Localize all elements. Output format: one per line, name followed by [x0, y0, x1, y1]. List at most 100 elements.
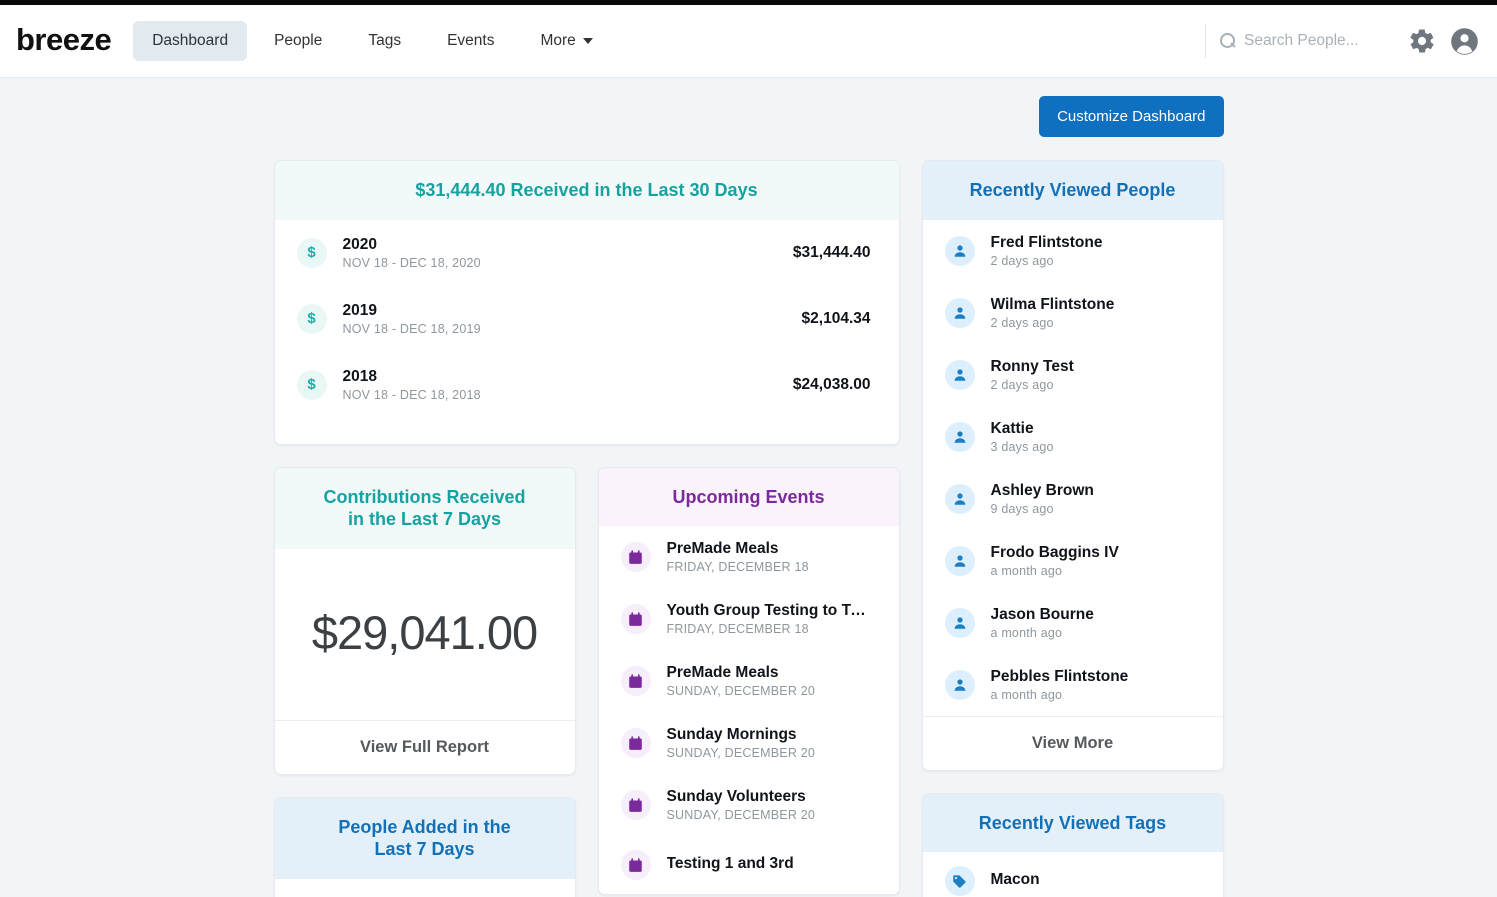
dollar-icon: $: [296, 303, 327, 334]
contributions-30-days-title: $31,444.40 Received in the Last 30 Days: [274, 161, 899, 220]
list-item[interactable]: Frodo Baggins IV a month ago: [923, 530, 1223, 592]
list-item[interactable]: Fred Flintstone 2 days ago: [923, 220, 1223, 282]
person-timestamp: a month ago: [990, 625, 1063, 640]
app-header: breeze Dashboard People Tags Events More: [0, 5, 1497, 78]
list-item[interactable]: Ashley Brown 9 days ago: [923, 468, 1223, 530]
row-text: Sunday Volunteers SUNDAY, DECEMBER 20: [667, 788, 871, 822]
table-row[interactable]: $ 2020 NOV 18 - DEC 18, 2020 $31,444.40: [275, 220, 899, 286]
person-name: Frodo Baggins IV: [990, 543, 1119, 561]
gear-icon[interactable]: [1408, 27, 1436, 55]
row-text: Frodo Baggins IV a month ago: [991, 544, 1195, 578]
header-actions: [1205, 5, 1479, 77]
calendar-icon: [620, 604, 651, 634]
contribution-year: 2020: [342, 235, 377, 253]
list-item[interactable]: Wilma Flintstone 2 days ago: [923, 282, 1223, 344]
calendar-icon: [620, 542, 651, 572]
list-item[interactable]: PreMade Meals FRIDAY, DECEMBER 18: [599, 526, 899, 588]
person-timestamp: 2 days ago: [990, 315, 1054, 330]
person-timestamp: 3 days ago: [990, 439, 1054, 454]
person-name: Fred Flintstone: [990, 233, 1103, 251]
row-text: 2019 NOV 18 - DEC 18, 2019: [343, 302, 786, 336]
recently-viewed-tags-title: Recently Viewed Tags: [922, 793, 1223, 852]
list-item[interactable]: Sunday Mornings SUNDAY, DECEMBER 20: [599, 712, 899, 774]
tag-name: Macon: [990, 871, 1040, 888]
contribution-amount: $24,038.00: [792, 375, 871, 393]
contributions-30-days-list: $ 2020 NOV 18 - DEC 18, 2020 $31,444.40 …: [274, 219, 899, 444]
user-avatar-icon[interactable]: [1450, 27, 1479, 56]
nav-item-people[interactable]: People: [255, 21, 341, 61]
list-item[interactable]: Sunday Volunteers SUNDAY, DECEMBER 20: [599, 774, 899, 836]
card-bottom-spacer: [275, 418, 899, 444]
recently-viewed-people-title: Recently Viewed People: [922, 161, 1223, 220]
left-lower-row: Contributions Received in the Last 7 Day…: [273, 466, 900, 897]
list-item[interactable]: Jason Bourne a month ago: [923, 592, 1223, 654]
dashboard-left-column: $31,444.40 Received in the Last 30 Days …: [273, 160, 900, 897]
contribution-range: NOV 18 - DEC 18, 2018: [342, 387, 481, 402]
event-name: Sunday Volunteers: [666, 788, 806, 805]
row-text: Kattie 3 days ago: [991, 420, 1195, 454]
row-text: PreMade Meals SUNDAY, DECEMBER 20: [667, 664, 871, 698]
event-date: SUNDAY, DECEMBER 20: [666, 684, 816, 698]
event-name: PreMade Meals: [666, 664, 779, 681]
upcoming-events-card: Upcoming Events PreMade Meals FRIDAY, DE…: [597, 466, 900, 895]
upcoming-events-list: PreMade Meals FRIDAY, DECEMBER 18 Youth …: [598, 526, 899, 894]
nav-item-dashboard[interactable]: Dashboard: [133, 21, 248, 61]
list-item[interactable]: Macon: [923, 852, 1223, 897]
breeze-logo[interactable]: breeze: [16, 24, 112, 58]
person-icon: [944, 359, 975, 390]
people-added-body: [274, 878, 575, 897]
list-item[interactable]: Pebbles Flintstone a month ago: [923, 654, 1223, 716]
list-item[interactable]: PreMade Meals SUNDAY, DECEMBER 20: [599, 650, 899, 712]
row-text: Jason Bourne a month ago: [991, 606, 1195, 640]
nav-label-tags: Tags: [368, 32, 402, 49]
nav-item-events[interactable]: Events: [428, 21, 513, 61]
row-text: Pebbles Flintstone a month ago: [991, 668, 1195, 702]
contribution-range: NOV 18 - DEC 18, 2019: [342, 321, 481, 336]
event-date: FRIDAY, DECEMBER 18: [666, 622, 809, 636]
contribution-range: NOV 18 - DEC 18, 2020: [342, 255, 481, 270]
person-icon: [944, 421, 975, 452]
contributions-7-days-title: Contributions Received in the Last 7 Day…: [274, 467, 575, 549]
view-more-link[interactable]: View More: [922, 715, 1223, 770]
list-item[interactable]: Youth Group Testing to Try... FRIDAY, DE…: [599, 588, 899, 650]
event-date: SUNDAY, DECEMBER 20: [666, 746, 816, 760]
table-row[interactable]: $ 2018 NOV 18 - DEC 18, 2018 $24,038.00: [275, 352, 899, 418]
calendar-icon: [620, 666, 651, 696]
search-input[interactable]: [1244, 32, 1394, 50]
row-text: Ronny Test 2 days ago: [991, 358, 1195, 392]
calendar-icon: [620, 728, 651, 758]
person-timestamp: a month ago: [990, 563, 1063, 578]
list-item[interactable]: Ronny Test 2 days ago: [923, 344, 1223, 406]
person-icon: [944, 545, 975, 576]
event-name: PreMade Meals: [666, 540, 779, 557]
person-name: Wilma Flintstone: [990, 295, 1115, 313]
calendar-icon: [620, 850, 651, 880]
people-added-title: People Added in the Last 7 Days: [274, 797, 575, 879]
row-text: Testing 1 and 3rd: [667, 855, 871, 875]
person-icon: [944, 607, 975, 638]
contributions-30-days-card: $31,444.40 Received in the Last 30 Days …: [273, 160, 900, 445]
row-text: PreMade Meals FRIDAY, DECEMBER 18: [667, 540, 871, 574]
dashboard-columns: $31,444.40 Received in the Last 30 Days …: [273, 160, 1224, 897]
nav-item-tags[interactable]: Tags: [349, 21, 420, 61]
nav-item-more[interactable]: More: [521, 21, 611, 61]
table-row[interactable]: $ 2019 NOV 18 - DEC 18, 2019 $2,104.34: [275, 286, 899, 352]
event-date: FRIDAY, DECEMBER 18: [666, 560, 809, 574]
search-box[interactable]: [1205, 24, 1394, 58]
people-added-title-line2: Last 7 Days: [374, 839, 475, 859]
people-added-title-line1: People Added in the: [338, 816, 511, 837]
view-full-report-link[interactable]: View Full Report: [274, 719, 575, 774]
contributions-7-days-title-line2: in the Last 7 Days: [347, 509, 502, 529]
contributions-7-days-card: Contributions Received in the Last 7 Day…: [273, 466, 576, 775]
person-icon: [944, 235, 975, 266]
contributions-7-days-title-line1: Contributions Received: [323, 486, 526, 507]
row-text: Fred Flintstone 2 days ago: [991, 234, 1195, 268]
person-icon: [944, 483, 975, 514]
customize-dashboard-button[interactable]: Customize Dashboard: [1039, 96, 1224, 137]
people-added-card: People Added in the Last 7 Days: [273, 796, 576, 897]
list-item[interactable]: Kattie 3 days ago: [923, 406, 1223, 468]
row-text: 2018 NOV 18 - DEC 18, 2018: [343, 368, 777, 402]
list-item[interactable]: Testing 1 and 3rd: [599, 836, 899, 894]
chevron-down-icon: [582, 38, 593, 44]
contribution-year: 2018: [342, 367, 377, 385]
